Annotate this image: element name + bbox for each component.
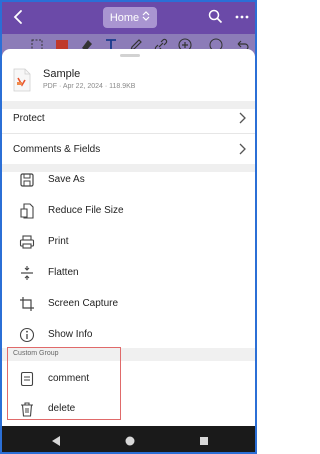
home-dropdown-label: Home (109, 11, 140, 24)
save-as-label: Save As (48, 174, 85, 185)
protect-row[interactable]: Protect (2, 103, 255, 133)
show-info-item[interactable]: Show Info (2, 319, 255, 350)
screen-capture-item[interactable]: Screen Capture (2, 288, 255, 319)
screen-capture-label: Screen Capture (48, 298, 119, 309)
file-info-header: Sample PDF · Apr 22, 2024 · 118.9KB (2, 59, 255, 99)
system-navigation-bar (2, 426, 255, 452)
back-arrow-icon[interactable] (10, 8, 28, 26)
comments-fields-row[interactable]: Comments & Fields (2, 134, 255, 164)
home-dropdown[interactable]: Home (103, 7, 157, 28)
show-info-label: Show Info (48, 329, 93, 340)
print-item[interactable]: Print (2, 226, 255, 257)
nav-home-icon[interactable] (124, 434, 136, 446)
more-options-icon[interactable] (234, 9, 250, 24)
flatten-item[interactable]: Flatten (2, 257, 255, 288)
sheet-drag-handle[interactable] (120, 54, 140, 57)
chevron-right-icon (237, 143, 247, 155)
updown-chevron-icon (142, 11, 150, 24)
file-name: Sample (43, 68, 81, 80)
print-icon (19, 234, 35, 250)
save-icon (19, 172, 35, 188)
save-as-item[interactable]: Save As (2, 164, 255, 195)
reduce-file-size-item[interactable]: Reduce File Size (2, 195, 255, 226)
protect-label: Protect (13, 112, 45, 124)
nav-back-icon[interactable] (50, 434, 62, 446)
nav-recents-icon[interactable] (198, 434, 210, 446)
chevron-right-icon (237, 112, 247, 124)
print-label: Print (48, 236, 69, 247)
top-app-bar: Home (2, 2, 255, 34)
more-options-sheet: Sample PDF · Apr 22, 2024 · 118.9KB Prot… (2, 49, 255, 426)
flatten-icon (19, 265, 35, 281)
reduce-file-size-label: Reduce File Size (48, 205, 124, 216)
app-frame: Home Sample PDF · Apr 22, 2024 · 118.9KB… (0, 0, 257, 454)
flatten-label: Flatten (48, 267, 79, 278)
comments-fields-label: Comments & Fields (13, 143, 101, 155)
search-icon[interactable] (208, 9, 223, 24)
pdf-file-icon (12, 68, 32, 92)
info-icon (19, 327, 35, 343)
custom-group-highlight (7, 347, 121, 420)
crop-icon (19, 296, 35, 312)
file-metadata: PDF · Apr 22, 2024 · 118.9KB (43, 83, 136, 90)
reduce-file-icon (19, 203, 35, 219)
